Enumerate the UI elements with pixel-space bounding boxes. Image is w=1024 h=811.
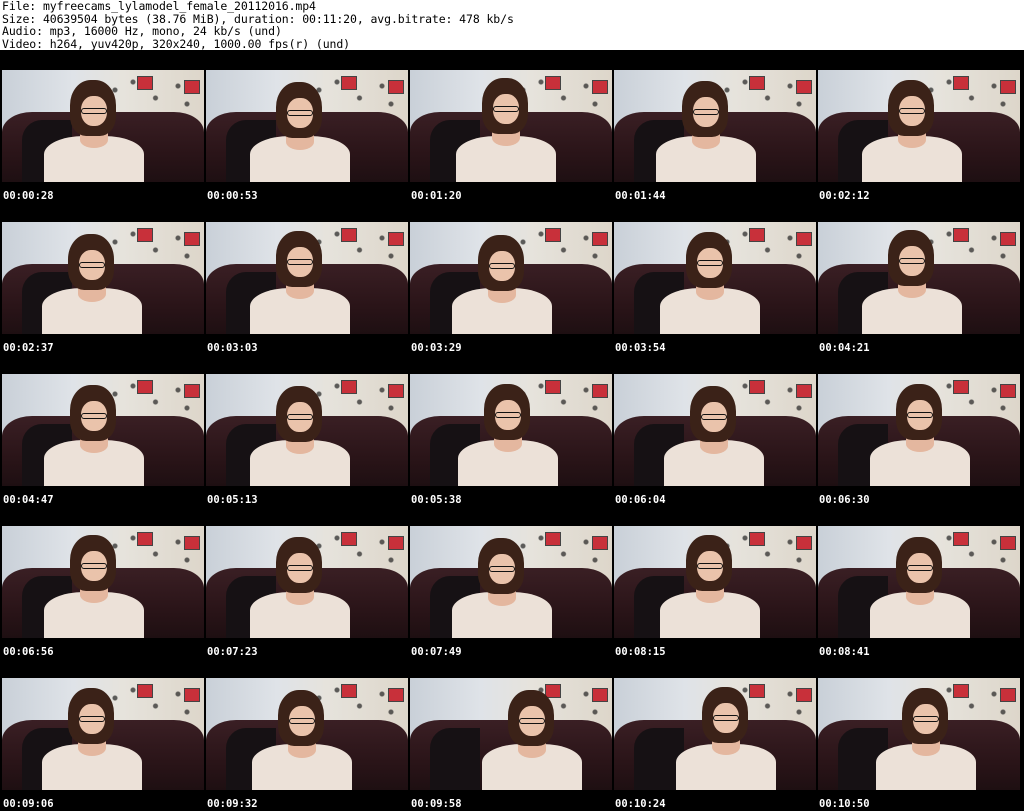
thumbnail-timestamp: 00:04:21 (819, 342, 870, 354)
thumbnail-cell: 00:05:38 (408, 354, 612, 506)
thumbnail-timestamp: 00:10:24 (615, 798, 666, 810)
thumbnail-cell: 00:04:21 (816, 202, 1020, 354)
thumbnail-image (818, 374, 1020, 486)
thumbnail-image (2, 526, 204, 638)
file-info-header: File: myfreecams_lylamodel_female_201120… (2, 0, 1022, 50)
thumbnail-image (2, 222, 204, 334)
thumbnail-timestamp: 00:09:32 (207, 798, 258, 810)
thumbnail-cell: 00:09:58 (408, 658, 612, 810)
audio-info-line: Audio: mp3, 16000 Hz, mono, 24 kb/s (und… (2, 24, 282, 38)
thumbnail-cell: 00:01:20 (408, 50, 612, 202)
thumbnail-cell: 00:00:53 (204, 50, 408, 202)
thumbnail-timestamp: 00:04:47 (3, 494, 54, 506)
thumbnail-image (818, 222, 1020, 334)
video-info-line: Video: h264, yuv420p, 320x240, 1000.00 f… (2, 36, 351, 51)
thumbnail-image (614, 374, 816, 486)
thumbnail-image (410, 70, 612, 182)
thumbnail-image (206, 678, 408, 790)
thumbnail-image (614, 222, 816, 334)
thumbnail-timestamp: 00:09:58 (411, 798, 462, 810)
thumbnail-cell: 00:00:28 (0, 50, 204, 202)
thumbnail-cell: 00:08:41 (816, 506, 1020, 658)
thumbnail-cell: 00:05:13 (204, 354, 408, 506)
thumbnail-image (206, 222, 408, 334)
thumbnail-image (614, 526, 816, 638)
thumbnail-cell: 00:08:15 (612, 506, 816, 658)
thumbnail-image (2, 678, 204, 790)
thumbnail-image (614, 678, 816, 790)
thumbnail-image (410, 678, 612, 790)
thumbnail-cell: 00:07:49 (408, 506, 612, 658)
thumbnail-timestamp: 00:07:49 (411, 646, 462, 658)
thumbnail-cell: 00:04:47 (0, 354, 204, 506)
thumbnail-image (206, 526, 408, 638)
thumbnail-image (206, 374, 408, 486)
thumbnail-cell: 00:09:32 (204, 658, 408, 810)
thumbnail-timestamp: 00:03:54 (615, 342, 666, 354)
thumbnail-timestamp: 00:03:29 (411, 342, 462, 354)
thumbnail-cell: 00:02:37 (0, 202, 204, 354)
thumbnail-cell: 00:03:03 (204, 202, 408, 354)
thumbnail-timestamp: 00:06:30 (819, 494, 870, 506)
thumbnail-image (410, 374, 612, 486)
thumbnail-image (410, 526, 612, 638)
thumbnail-timestamp: 00:06:04 (615, 494, 666, 506)
thumbnail-timestamp: 00:00:53 (207, 190, 258, 202)
thumbnail-cell: 00:03:54 (612, 202, 816, 354)
thumbnail-cell: 00:01:44 (612, 50, 816, 202)
thumbnail-timestamp: 00:10:50 (819, 798, 870, 810)
thumbnail-timestamp: 00:08:41 (819, 646, 870, 658)
thumbnail-image (2, 70, 204, 182)
thumbnail-timestamp: 00:01:20 (411, 190, 462, 202)
thumbnail-timestamp: 00:03:03 (207, 342, 258, 354)
thumbnail-image (2, 374, 204, 486)
thumbnail-timestamp: 00:00:28 (3, 190, 54, 202)
thumbnail-image (410, 222, 612, 334)
thumbnail-timestamp: 00:05:13 (207, 494, 258, 506)
thumbnail-timestamp: 00:07:23 (207, 646, 258, 658)
thumbnail-timestamp: 00:08:15 (615, 646, 666, 658)
thumbnail-grid: 00:00:28 00:00:53 00:01:20 00:01:44 00:02:12… (0, 50, 1024, 811)
thumbnail-timestamp: 00:02:12 (819, 190, 870, 202)
thumbnail-cell: 00:06:04 (612, 354, 816, 506)
thumbnail-timestamp: 00:01:44 (615, 190, 666, 202)
thumbnail-cell: 00:03:29 (408, 202, 612, 354)
thumbnail-timestamp: 00:02:37 (3, 342, 54, 354)
thumbnail-cell: 00:06:56 (0, 506, 204, 658)
thumbnail-image (818, 70, 1020, 182)
thumbnail-timestamp: 00:09:06 (3, 798, 54, 810)
file-name-line: File: myfreecams_lylamodel_female_201120… (2, 0, 316, 13)
thumbnail-cell: 00:10:24 (612, 658, 816, 810)
thumbnail-cell: 00:10:50 (816, 658, 1020, 810)
thumbnail-timestamp: 00:06:56 (3, 646, 54, 658)
thumbnail-cell: 00:02:12 (816, 50, 1020, 202)
contact-sheet: File: myfreecams_lylamodel_female_201120… (0, 0, 1024, 811)
thumbnail-cell: 00:06:30 (816, 354, 1020, 506)
thumbnail-image (818, 678, 1020, 790)
thumbnail-image (206, 70, 408, 182)
thumbnail-timestamp: 00:05:38 (411, 494, 462, 506)
thumbnail-image (818, 526, 1020, 638)
thumbnail-cell: 00:09:06 (0, 658, 204, 810)
thumbnail-image (614, 70, 816, 182)
thumbnail-cell: 00:07:23 (204, 506, 408, 658)
